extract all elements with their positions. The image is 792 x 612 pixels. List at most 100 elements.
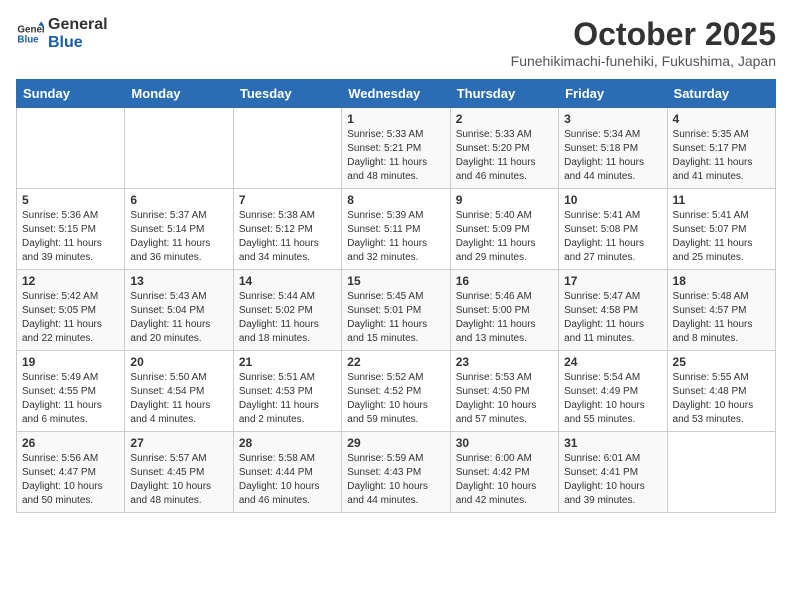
week-row-5: 26 Sunrise: 5:56 AM Sunset: 4:47 PM Dayli… — [17, 432, 776, 513]
day-cell — [17, 108, 125, 189]
day-cell: 28 Sunrise: 5:58 AM Sunset: 4:44 PM Dayli… — [233, 432, 341, 513]
day-cell: 5Sunrise: 5:36 AM Sunset: 5:15 PM Daylig… — [17, 189, 125, 270]
day-number: 18 — [673, 274, 770, 288]
day-cell: 17 Sunrise: 5:47 AM Sunset: 4:58 PM Dayli… — [559, 270, 667, 351]
day-cell: 22 Sunrise: 5:52 AM Sunset: 4:52 PM Dayli… — [342, 351, 450, 432]
header: General Blue General Blue October 2025 F… — [16, 16, 776, 69]
day-cell: 19 Sunrise: 5:49 AM Sunset: 4:55 PM Dayli… — [17, 351, 125, 432]
week-row-4: 19 Sunrise: 5:49 AM Sunset: 4:55 PM Dayli… — [17, 351, 776, 432]
day-cell: 11Sunrise: 5:41 AM Sunset: 5:07 PM Dayli… — [667, 189, 775, 270]
week-row-1: 1Sunrise: 5:33 AM Sunset: 5:21 PM Daylig… — [17, 108, 776, 189]
weekday-header-row: SundayMondayTuesdayWednesdayThursdayFrid… — [17, 80, 776, 108]
day-info: Sunrise: 5:56 AM Sunset: 4:47 PM Dayligh… — [22, 452, 119, 508]
weekday-header-sunday: Sunday — [17, 80, 125, 108]
weekday-header-saturday: Saturday — [667, 80, 775, 108]
day-number: 10 — [564, 193, 661, 207]
day-info: Sunrise: 5:54 AM Sunset: 4:49 PM Dayligh… — [564, 371, 661, 427]
day-number: 22 — [347, 355, 444, 369]
logo-blue: Blue — [48, 34, 108, 52]
day-cell: 14Sunrise: 5:44 AM Sunset: 5:02 PM Dayli… — [233, 270, 341, 351]
day-number: 31 — [564, 436, 661, 450]
week-row-3: 12 Sunrise: 5:42 AM Sunset: 5:05 PM Dayli… — [17, 270, 776, 351]
weekday-header-tuesday: Tuesday — [233, 80, 341, 108]
day-cell: 4Sunrise: 5:35 AM Sunset: 5:17 PM Daylig… — [667, 108, 775, 189]
day-info: Sunrise: 5:51 AM Sunset: 4:53 PM Dayligh… — [239, 371, 336, 427]
day-cell: 24 Sunrise: 5:54 AM Sunset: 4:49 PM Dayli… — [559, 351, 667, 432]
day-info: Sunrise: 5:41 AM Sunset: 5:08 PM Dayligh… — [564, 209, 661, 265]
day-cell: 1Sunrise: 5:33 AM Sunset: 5:21 PM Daylig… — [342, 108, 450, 189]
day-number: 15 — [347, 274, 444, 288]
day-cell: 30Sunrise: 6:00 AM Sunset: 4:42 PM Dayli… — [450, 432, 558, 513]
day-number: 13 — [130, 274, 227, 288]
day-info: Sunrise: 5:42 AM Sunset: 5:05 PM Dayligh… — [22, 290, 119, 346]
day-number: 8 — [347, 193, 444, 207]
day-number: 16 — [456, 274, 553, 288]
calendar-table: SundayMondayTuesdayWednesdayThursdayFrid… — [16, 79, 776, 513]
day-info: Sunrise: 5:50 AM Sunset: 4:54 PM Dayligh… — [130, 371, 227, 427]
day-info: Sunrise: 5:38 AM Sunset: 5:12 PM Dayligh… — [239, 209, 336, 265]
day-info: Sunrise: 5:35 AM Sunset: 5:17 PM Dayligh… — [673, 128, 770, 184]
day-cell: 27Sunrise: 5:57 AM Sunset: 4:45 PM Dayli… — [125, 432, 233, 513]
weekday-header-thursday: Thursday — [450, 80, 558, 108]
day-info: Sunrise: 5:58 AM Sunset: 4:44 PM Dayligh… — [239, 452, 336, 508]
day-cell — [125, 108, 233, 189]
svg-text:Blue: Blue — [17, 34, 39, 45]
day-number: 26 — [22, 436, 119, 450]
day-number: 19 — [22, 355, 119, 369]
day-info: Sunrise: 5:46 AM Sunset: 5:00 PM Dayligh… — [456, 290, 553, 346]
day-cell: 29Sunrise: 5:59 AM Sunset: 4:43 PM Dayli… — [342, 432, 450, 513]
weekday-header-wednesday: Wednesday — [342, 80, 450, 108]
day-info: Sunrise: 5:52 AM Sunset: 4:52 PM Dayligh… — [347, 371, 444, 427]
day-number: 7 — [239, 193, 336, 207]
day-number: 20 — [130, 355, 227, 369]
day-cell: 9Sunrise: 5:40 AM Sunset: 5:09 PM Daylig… — [450, 189, 558, 270]
day-number: 28 — [239, 436, 336, 450]
day-cell: 15 Sunrise: 5:45 AM Sunset: 5:01 PM Dayli… — [342, 270, 450, 351]
day-cell: 3 Sunrise: 5:34 AM Sunset: 5:18 PM Daylig… — [559, 108, 667, 189]
day-info: Sunrise: 5:55 AM Sunset: 4:48 PM Dayligh… — [673, 371, 770, 427]
day-info: Sunrise: 5:33 AM Sunset: 5:20 PM Dayligh… — [456, 128, 553, 184]
day-cell: 16 Sunrise: 5:46 AM Sunset: 5:00 PM Dayli… — [450, 270, 558, 351]
day-cell: 2 Sunrise: 5:33 AM Sunset: 5:20 PM Daylig… — [450, 108, 558, 189]
day-cell: 12 Sunrise: 5:42 AM Sunset: 5:05 PM Dayli… — [17, 270, 125, 351]
day-cell — [233, 108, 341, 189]
day-info: Sunrise: 5:45 AM Sunset: 5:01 PM Dayligh… — [347, 290, 444, 346]
day-number: 2 — [456, 112, 553, 126]
day-number: 25 — [673, 355, 770, 369]
logo-icon: General Blue — [16, 20, 44, 48]
day-cell: 20 Sunrise: 5:50 AM Sunset: 4:54 PM Dayli… — [125, 351, 233, 432]
day-info: Sunrise: 5:48 AM Sunset: 4:57 PM Dayligh… — [673, 290, 770, 346]
weekday-header-friday: Friday — [559, 80, 667, 108]
day-cell: 18 Sunrise: 5:48 AM Sunset: 4:57 PM Dayli… — [667, 270, 775, 351]
week-row-2: 5Sunrise: 5:36 AM Sunset: 5:15 PM Daylig… — [17, 189, 776, 270]
day-number: 29 — [347, 436, 444, 450]
day-info: Sunrise: 5:47 AM Sunset: 4:58 PM Dayligh… — [564, 290, 661, 346]
day-cell: 25 Sunrise: 5:55 AM Sunset: 4:48 PM Dayli… — [667, 351, 775, 432]
day-info: Sunrise: 5:57 AM Sunset: 4:45 PM Dayligh… — [130, 452, 227, 508]
day-info: Sunrise: 5:39 AM Sunset: 5:11 PM Dayligh… — [347, 209, 444, 265]
day-cell: 7 Sunrise: 5:38 AM Sunset: 5:12 PM Daylig… — [233, 189, 341, 270]
day-cell: 10 Sunrise: 5:41 AM Sunset: 5:08 PM Dayli… — [559, 189, 667, 270]
day-number: 21 — [239, 355, 336, 369]
logo-general: General — [48, 16, 108, 34]
day-cell: 31Sunrise: 6:01 AM Sunset: 4:41 PM Dayli… — [559, 432, 667, 513]
day-number: 3 — [564, 112, 661, 126]
day-info: Sunrise: 5:49 AM Sunset: 4:55 PM Dayligh… — [22, 371, 119, 427]
day-number: 12 — [22, 274, 119, 288]
month-title: October 2025 — [511, 16, 776, 53]
logo: General Blue General Blue — [16, 16, 108, 51]
day-number: 17 — [564, 274, 661, 288]
day-cell: 26 Sunrise: 5:56 AM Sunset: 4:47 PM Dayli… — [17, 432, 125, 513]
weekday-header-monday: Monday — [125, 80, 233, 108]
day-number: 24 — [564, 355, 661, 369]
day-info: Sunrise: 5:44 AM Sunset: 5:02 PM Dayligh… — [239, 290, 336, 346]
day-info: Sunrise: 5:34 AM Sunset: 5:18 PM Dayligh… — [564, 128, 661, 184]
day-info: Sunrise: 5:53 AM Sunset: 4:50 PM Dayligh… — [456, 371, 553, 427]
day-info: Sunrise: 5:43 AM Sunset: 5:04 PM Dayligh… — [130, 290, 227, 346]
title-area: October 2025 Funehikimachi-funehiki, Fuk… — [511, 16, 776, 69]
day-info: Sunrise: 5:41 AM Sunset: 5:07 PM Dayligh… — [673, 209, 770, 265]
day-info: Sunrise: 5:36 AM Sunset: 5:15 PM Dayligh… — [22, 209, 119, 265]
day-number: 1 — [347, 112, 444, 126]
day-number: 9 — [456, 193, 553, 207]
day-cell: 21 Sunrise: 5:51 AM Sunset: 4:53 PM Dayli… — [233, 351, 341, 432]
